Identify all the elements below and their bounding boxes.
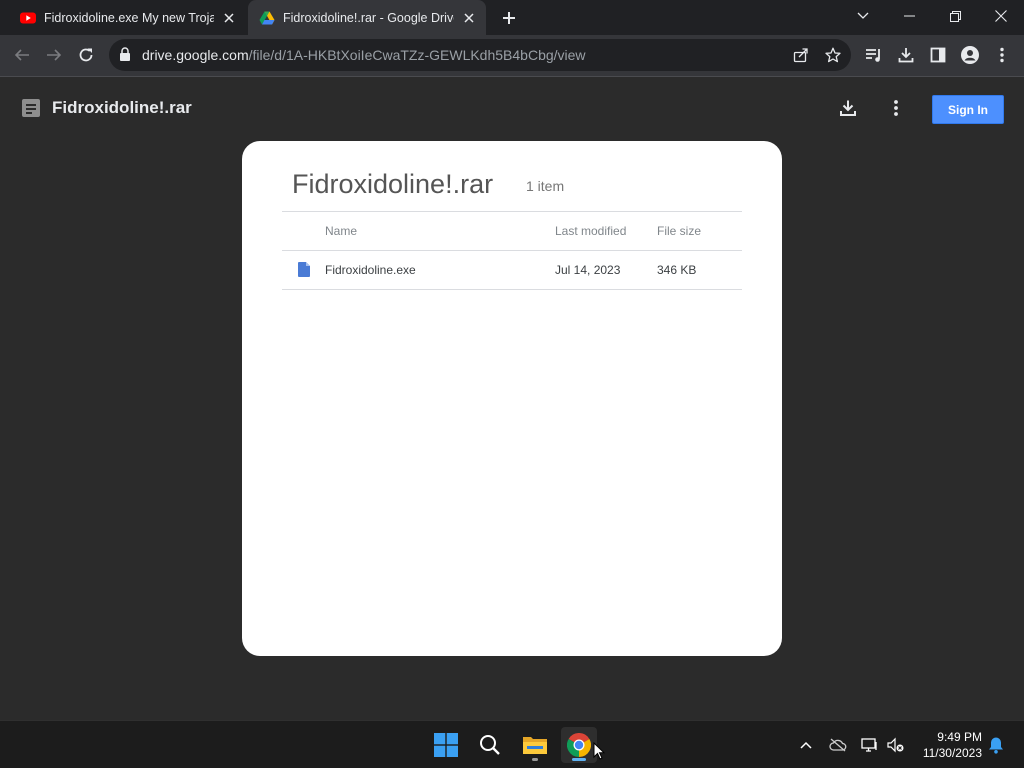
show-hidden-icons-chevron-icon[interactable] <box>796 735 816 755</box>
tab-google-drive[interactable]: Fidroxidoline!.rar - Google Drive <box>248 0 486 35</box>
close-tab-icon[interactable] <box>220 9 238 27</box>
page-title: Fidroxidoline!.rar <box>52 98 192 117</box>
browser-toolbar: drive.google.com/file/d/1A-HKBtXoiIeCwaT… <box>0 35 1024 76</box>
file-explorer-icon[interactable] <box>517 727 553 763</box>
column-header-modified: Last modified <box>555 224 627 238</box>
address-bar[interactable]: drive.google.com/file/d/1A-HKBtXoiIeCwaT… <box>109 39 851 71</box>
mouse-cursor-icon <box>593 742 605 760</box>
forward-button[interactable] <box>42 43 66 67</box>
file-icon <box>298 262 310 277</box>
downloads-icon[interactable] <box>896 45 916 65</box>
google-drive-icon <box>259 10 275 26</box>
file-size: 346 KB <box>657 263 697 277</box>
item-count: 1 item <box>526 178 565 194</box>
tab-youtube[interactable]: Fidroxidoline.exe My new Trojan <box>8 0 246 35</box>
drive-viewer: Fidroxidoline!.rar Sign In Fidroxidoline… <box>0 77 1024 720</box>
active-indicator <box>572 758 586 761</box>
file-modified: Jul 14, 2023 <box>555 263 621 277</box>
divider <box>282 250 742 251</box>
volume-muted-icon[interactable] <box>886 735 906 755</box>
search-icon[interactable] <box>472 727 508 763</box>
archive-preview-card: Fidroxidoline!.rar 1 item Name Last modi… <box>242 141 782 656</box>
side-panel-icon[interactable] <box>928 45 948 65</box>
running-indicator <box>532 758 538 761</box>
onedrive-offline-icon[interactable] <box>828 735 848 755</box>
restore-button[interactable] <box>932 0 978 32</box>
column-header-name: Name <box>325 224 358 238</box>
address-url[interactable]: drive.google.com/file/d/1A-HKBtXoiIeCwaT… <box>142 47 586 63</box>
youtube-icon <box>20 10 36 26</box>
windows-start-icon[interactable] <box>428 727 464 763</box>
file-name[interactable]: Fidroxidoline.exe <box>325 263 416 277</box>
share-icon[interactable] <box>792 46 810 64</box>
notification-bell-icon[interactable] <box>986 735 1006 755</box>
divider <box>282 289 742 290</box>
reload-button[interactable] <box>74 43 98 67</box>
clock-time: 9:49 PM <box>937 730 982 744</box>
close-tab-icon[interactable] <box>460 9 478 27</box>
column-header-size: File size <box>657 224 702 238</box>
tab-title: Fidroxidoline.exe My new Trojan <box>44 10 214 25</box>
archive-title: Fidroxidoline!.rar <box>292 169 494 199</box>
more-options-icon[interactable] <box>885 97 907 119</box>
new-tab-button[interactable] <box>498 7 520 29</box>
reading-list-icon[interactable] <box>864 45 884 65</box>
back-button[interactable] <box>10 43 34 67</box>
system-clock[interactable]: 9:49 PM 11/30/2023 <box>914 729 982 761</box>
download-icon[interactable] <box>837 97 859 119</box>
profile-avatar-icon[interactable] <box>960 45 980 65</box>
archive-file-icon <box>22 99 40 117</box>
lock-icon[interactable] <box>119 47 131 67</box>
tab-title: Fidroxidoline!.rar - Google Drive <box>283 10 454 25</box>
bookmark-star-icon[interactable] <box>824 46 842 64</box>
sign-in-button[interactable]: Sign In <box>932 95 1004 124</box>
chrome-icon[interactable] <box>561 727 597 763</box>
tab-strip: Fidroxidoline.exe My new Trojan Fidroxid… <box>0 0 1024 35</box>
tab-search-chevron-icon[interactable] <box>840 0 886 32</box>
chrome-menu-icon[interactable] <box>992 45 1012 65</box>
divider <box>282 211 742 212</box>
minimize-button[interactable] <box>886 0 932 32</box>
taskbar: 9:49 PM 11/30/2023 <box>0 720 1024 768</box>
network-icon[interactable] <box>860 735 880 755</box>
clock-date: 11/30/2023 <box>922 746 982 760</box>
close-window-button[interactable] <box>978 0 1024 32</box>
